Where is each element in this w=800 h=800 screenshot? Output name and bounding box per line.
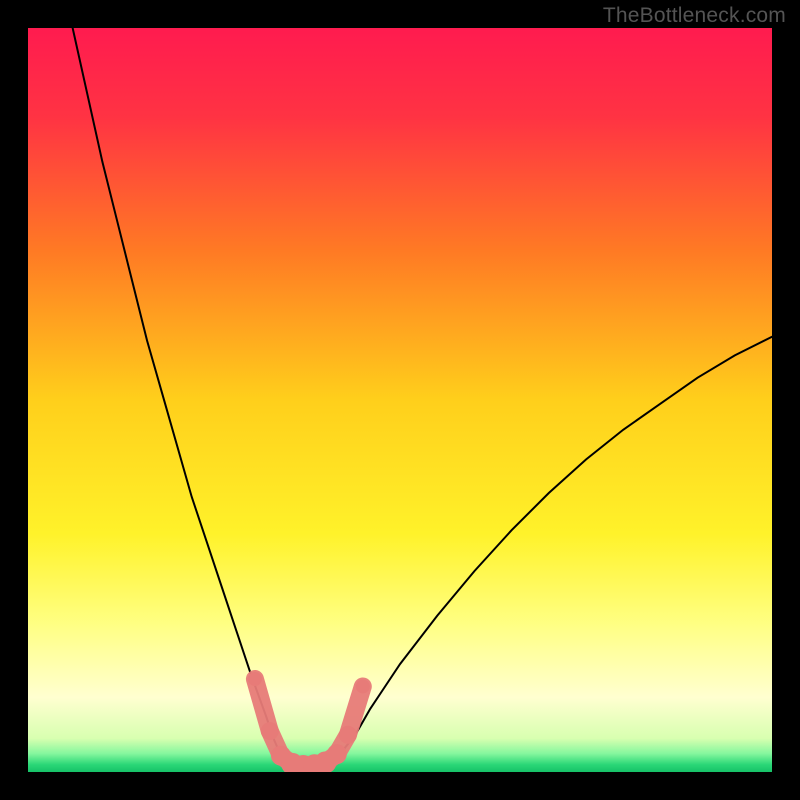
gradient-background [28, 28, 772, 772]
valley-marker [327, 744, 347, 764]
chart-plot-area [28, 28, 772, 772]
valley-marker [261, 722, 279, 740]
valley-marker [356, 679, 370, 693]
valley-marker [339, 726, 357, 744]
valley-marker [248, 672, 262, 686]
watermark-text: TheBottleneck.com [603, 4, 786, 28]
chart-svg [28, 28, 772, 772]
chart-frame: TheBottleneck.com [0, 0, 800, 800]
